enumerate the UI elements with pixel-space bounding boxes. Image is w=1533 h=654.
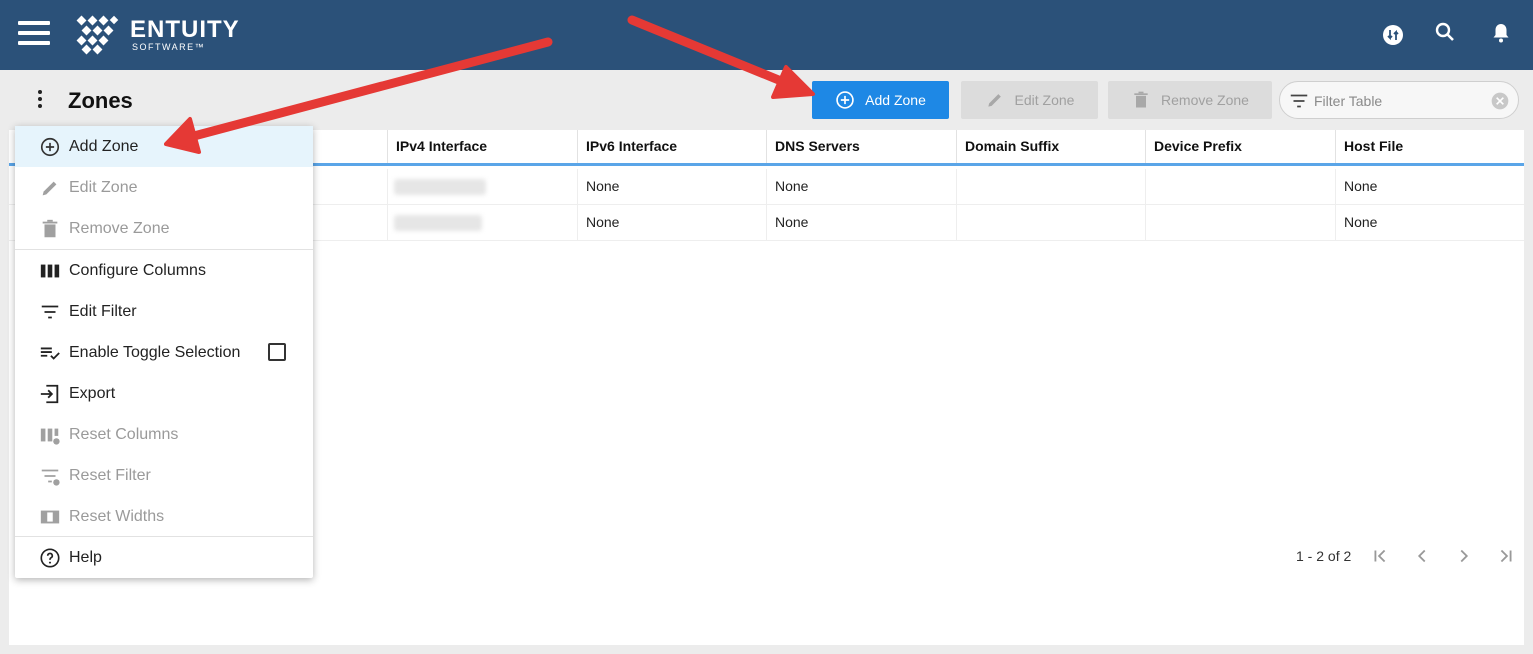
menu-item-reset-widths[interactable]: Reset Widths (15, 496, 313, 537)
remove-zone-button[interactable]: Remove Zone (1108, 81, 1272, 119)
more-options-icon[interactable] (35, 90, 45, 110)
search-icon[interactable] (1433, 20, 1457, 44)
cell-device-prefix (1145, 205, 1335, 240)
entuity-logo-icon (76, 15, 119, 55)
cell-dns: None (766, 205, 956, 240)
brand-logo[interactable]: ENTUITY SOFTWARE™ (74, 14, 240, 56)
menu-item-label: Configure Columns (69, 261, 206, 279)
brand-name: ENTUITY (130, 15, 240, 43)
column-header-dns[interactable]: DNS Servers (766, 130, 956, 163)
menu-item-label: Reset Columns (69, 425, 179, 443)
bell-icon[interactable] (1489, 21, 1513, 45)
menu-item-reset-filter[interactable]: Reset Filter (15, 455, 313, 496)
menu-icon[interactable] (18, 21, 50, 45)
menu-item-reset-columns[interactable]: Reset Columns (15, 414, 313, 455)
top-bar: ENTUITY SOFTWARE™ (0, 0, 1533, 70)
menu-item-label: Edit Filter (69, 302, 137, 320)
trash-icon (1134, 91, 1148, 108)
menu-item-label: Remove Zone (69, 219, 170, 237)
cell-ipv6: None (577, 169, 766, 204)
menu-item-label: Reset Filter (69, 466, 151, 484)
trash-icon (39, 218, 61, 240)
toggle-selection-checkbox[interactable] (268, 343, 286, 361)
menu-item-edit-filter[interactable]: Edit Filter (15, 291, 313, 332)
cell-domain-suffix (956, 205, 1145, 240)
menu-item-export[interactable]: Export (15, 373, 313, 414)
menu-item-add-zone[interactable]: Add Zone (15, 126, 313, 167)
menu-item-help[interactable]: Help (15, 537, 313, 578)
last-page-icon[interactable] (1495, 545, 1517, 567)
menu-item-remove-zone[interactable]: Remove Zone (15, 208, 313, 249)
column-header-host-file[interactable]: Host File (1335, 130, 1524, 163)
cell-ipv4 (387, 205, 577, 240)
cell-domain-suffix (956, 169, 1145, 204)
menu-item-label: Export (69, 384, 116, 402)
menu-item-label: Help (69, 548, 102, 566)
cell-ipv4 (387, 169, 577, 204)
help-icon (39, 547, 61, 569)
add-zone-button[interactable]: Add Zone (812, 81, 949, 119)
filter-icon (1290, 94, 1308, 108)
pagination-range: 1 - 2 of 2 (1296, 548, 1352, 564)
actions-menu: Add Zone Edit Zone Remove Zone Configure… (15, 126, 313, 578)
cell-ipv6: None (577, 205, 766, 240)
sync-icon[interactable] (1381, 23, 1405, 47)
cell-host-file: None (1335, 169, 1524, 204)
edit-zone-label: Edit Zone (1014, 92, 1075, 108)
cell-dns: None (766, 169, 956, 204)
menu-item-edit-zone[interactable]: Edit Zone (15, 167, 313, 208)
menu-item-label: Add Zone (69, 137, 139, 155)
brand-subtitle: SOFTWARE™ (132, 41, 206, 52)
add-circle-icon (836, 91, 854, 109)
column-header-ipv6[interactable]: IPv6 Interface (577, 130, 766, 163)
previous-page-icon[interactable] (1411, 545, 1433, 567)
page-title: Zones (68, 88, 133, 113)
cell-host-file: None (1335, 205, 1524, 240)
menu-item-configure-columns[interactable]: Configure Columns (15, 250, 313, 291)
columns-icon (39, 260, 61, 282)
next-page-icon[interactable] (1453, 545, 1475, 567)
export-icon (39, 383, 61, 405)
cell-device-prefix (1145, 169, 1335, 204)
reset-filter-icon (39, 465, 61, 487)
pencil-icon (39, 177, 61, 199)
column-header-device-prefix[interactable]: Device Prefix (1145, 130, 1335, 163)
reset-widths-icon (39, 506, 61, 528)
column-header-ipv4[interactable]: IPv4 Interface (387, 130, 577, 163)
pencil-icon (987, 94, 1001, 107)
filter-table-field[interactable] (1279, 81, 1519, 119)
first-page-icon[interactable] (1369, 545, 1391, 567)
menu-item-label: Enable Toggle Selection (69, 343, 241, 361)
menu-item-label: Reset Widths (69, 507, 165, 525)
toggle-selection-icon (39, 342, 61, 364)
filter-table-input[interactable] (1314, 91, 1484, 111)
menu-item-enable-toggle-selection[interactable]: Enable Toggle Selection (15, 332, 313, 373)
edit-zone-button[interactable]: Edit Zone (961, 81, 1098, 119)
clear-icon[interactable] (1490, 91, 1510, 111)
menu-item-label: Edit Zone (69, 178, 138, 196)
reset-columns-icon (39, 424, 61, 446)
panel-header: Zones Add Zone Edit Zone Remove Zone (9, 70, 1524, 130)
filter-icon (39, 301, 61, 323)
add-circle-icon (39, 136, 61, 158)
remove-zone-label: Remove Zone (1161, 92, 1249, 108)
column-header-domain-suffix[interactable]: Domain Suffix (956, 130, 1145, 163)
add-zone-label: Add Zone (865, 92, 926, 108)
